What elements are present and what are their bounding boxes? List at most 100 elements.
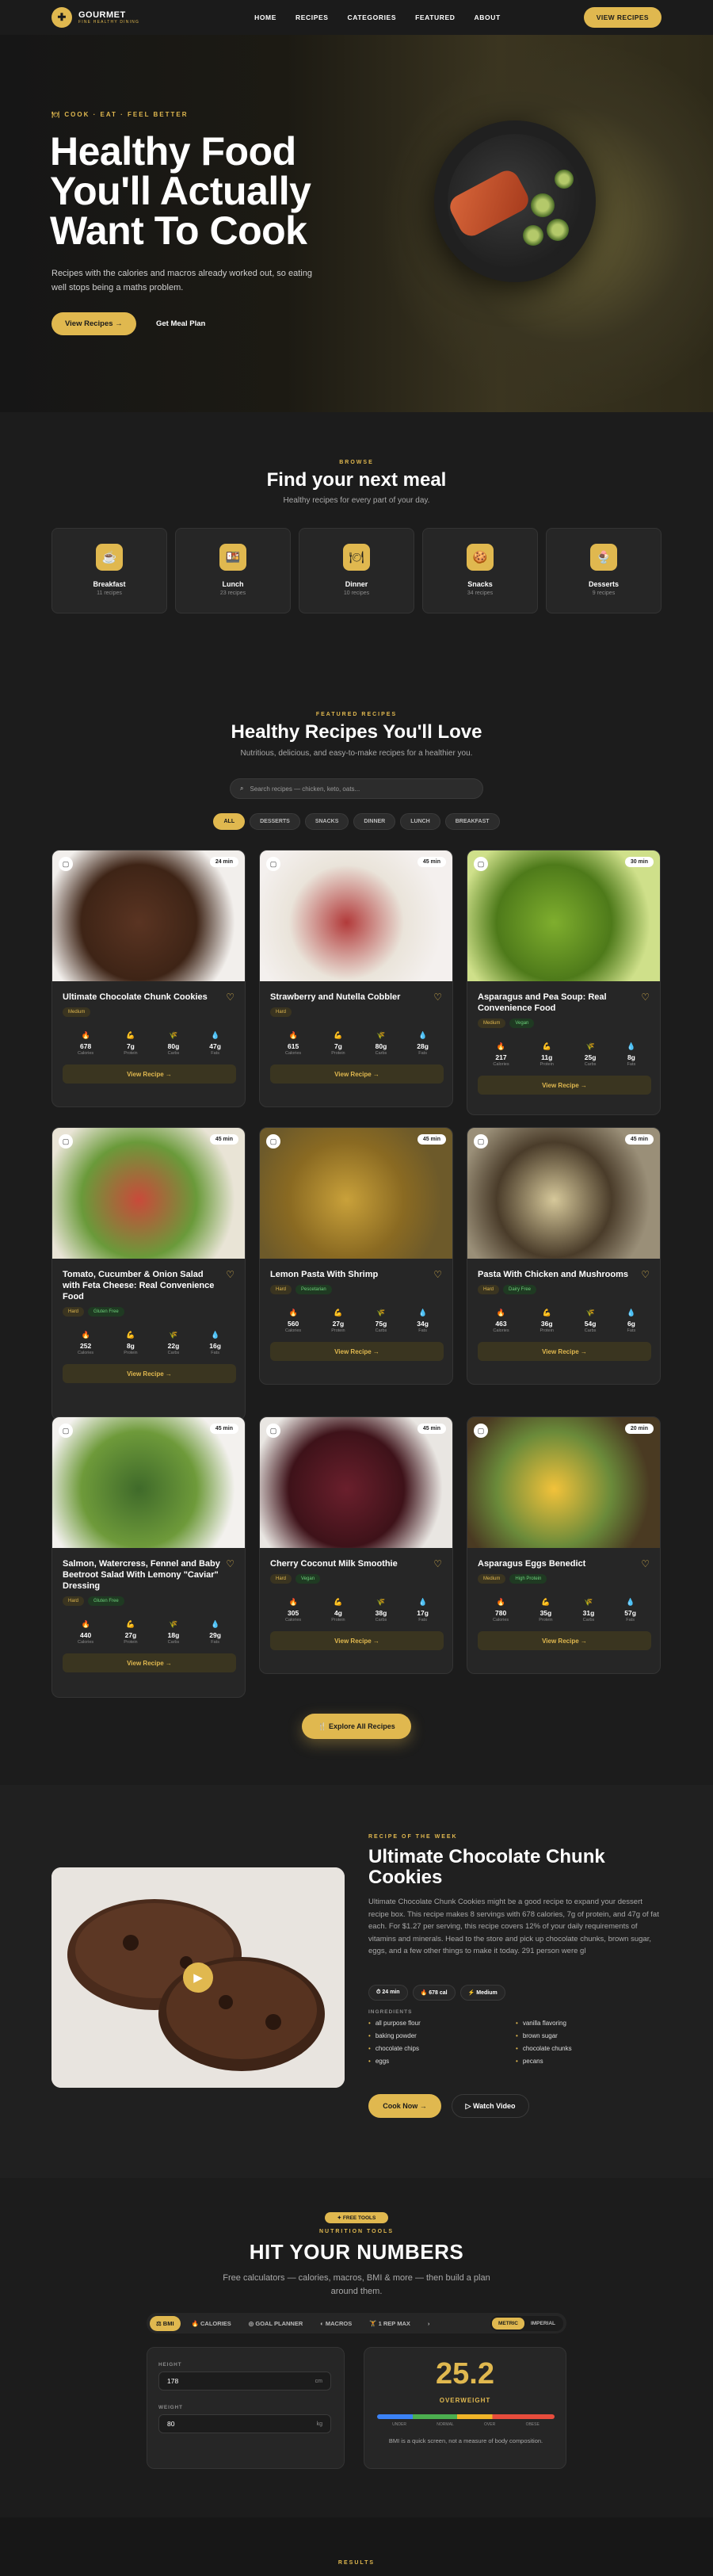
view-recipe-button[interactable]: View Recipe → bbox=[270, 1342, 444, 1361]
view-recipe-button[interactable]: View Recipe → bbox=[270, 1631, 444, 1650]
category-card-dinner[interactable]: 🍽 Dinner 10 recipes bbox=[299, 528, 414, 613]
nutrition-value: 217 bbox=[495, 1053, 507, 1061]
cook-time-badge: 45 min bbox=[209, 1134, 238, 1145]
nutrition-label: Protein bbox=[540, 1062, 554, 1067]
watch-video-button[interactable]: ▷ Watch Video bbox=[452, 2094, 529, 2118]
nav-link-about[interactable]: ABOUT bbox=[475, 13, 501, 21]
nutrition-value: 11g bbox=[541, 1053, 553, 1061]
fats-icon: 💧 bbox=[211, 1620, 220, 1628]
heart-icon[interactable]: ♡ bbox=[641, 992, 650, 1003]
calories-icon: 🔥 bbox=[496, 1309, 506, 1317]
nav-link-recipes[interactable]: RECIPES bbox=[295, 13, 329, 21]
nav-link-home[interactable]: HOME bbox=[254, 13, 276, 21]
heart-icon[interactable]: ♡ bbox=[641, 1558, 650, 1569]
view-recipe-button[interactable]: View Recipe → bbox=[63, 1653, 236, 1672]
nutrition-value: 560 bbox=[288, 1320, 299, 1328]
bmi-input-panel: HEIGHT 178 cm WEIGHT 80 kg bbox=[147, 2347, 345, 2469]
heart-icon[interactable]: ♡ bbox=[433, 1558, 442, 1569]
bookmark-icon[interactable]: ▢ bbox=[474, 1424, 488, 1438]
recipe-card[interactable]: ▢ 45 min Salmon, Watercress, Fennel and Ba… bbox=[51, 1416, 246, 1698]
tab-goal-planner[interactable]: ◎ GOAL PLANNER bbox=[242, 2316, 310, 2331]
recipe-card[interactable]: ▢ 45 min Tomato, Cucumber & Onion Salad wi… bbox=[51, 1127, 246, 1420]
filter-all[interactable]: ALL bbox=[213, 813, 246, 830]
recipe-card[interactable]: ▢ 24 min Ultimate Chocolate Chunk Cookies ♡… bbox=[51, 850, 246, 1107]
bookmark-icon[interactable]: ▢ bbox=[266, 857, 280, 871]
recipe-of-week-image: ▶ bbox=[51, 1867, 345, 2088]
category-card-breakfast[interactable]: ☕ Breakfast 11 recipes bbox=[51, 528, 167, 613]
cook-now-button[interactable]: Cook Now → bbox=[368, 2094, 441, 2118]
bookmark-icon[interactable]: ▢ bbox=[59, 857, 73, 871]
unit-imperial[interactable]: IMPERIAL bbox=[524, 2318, 562, 2329]
filter-desserts[interactable]: DESSERTS bbox=[250, 813, 300, 830]
filter-breakfast[interactable]: BREAKFAST bbox=[444, 813, 500, 830]
recipe-card[interactable]: ▢ 45 min Strawberry and Nutella Cobbler ♡ Ha… bbox=[259, 850, 453, 1107]
tab-macros[interactable]: ◐ MACROS bbox=[314, 2316, 358, 2331]
search-placeholder: Search recipes — chicken, keto, oats... bbox=[250, 785, 360, 793]
protein-icon: 💪 bbox=[542, 1042, 551, 1050]
view-recipe-button[interactable]: View Recipe → bbox=[478, 1631, 651, 1650]
bookmark-icon[interactable]: ▢ bbox=[474, 857, 488, 871]
heart-icon[interactable]: ♡ bbox=[433, 992, 442, 1003]
filter-dinner[interactable]: DINNER bbox=[353, 813, 396, 830]
bookmark-icon[interactable]: ▢ bbox=[59, 1134, 73, 1148]
recipe-card[interactable]: ▢ 20 min Asparagus Eggs Benedict ♡ Medium Hig… bbox=[467, 1416, 661, 1674]
nutrition-label: Carbs bbox=[167, 1351, 180, 1355]
view-recipe-button[interactable]: View Recipe → bbox=[270, 1064, 444, 1084]
bmi-status: OVERWEIGHT bbox=[439, 2397, 491, 2404]
recipe-card[interactable]: ▢ 45 min Pasta With Chicken and Mushrooms ♡… bbox=[467, 1127, 661, 1385]
recipe-card[interactable]: ▢ 45 min Lemon Pasta With Shrimp ♡ Hard Pesce… bbox=[259, 1127, 453, 1385]
category-card-lunch[interactable]: 🍱 Lunch 23 recipes bbox=[175, 528, 291, 613]
unit-metric[interactable]: METRIC bbox=[492, 2317, 524, 2329]
tab-bmi[interactable]: ⚖ BMI bbox=[150, 2315, 181, 2331]
explore-all-recipes-button[interactable]: 🍴 Explore All Recipes bbox=[302, 1714, 411, 1739]
view-recipe-button[interactable]: View Recipe → bbox=[63, 1364, 236, 1383]
nutrition-label: Calories bbox=[78, 1640, 94, 1645]
nutrition-row: 🔥 305 Calories 💪 4g Protein 🌾 38g Carbs 💧 17g Fats bbox=[270, 1598, 444, 1622]
play-video-icon[interactable]: ▶ bbox=[183, 1963, 213, 1993]
nutrition-value: 31g bbox=[582, 1609, 595, 1617]
tab-1-rep-max[interactable]: 🏋 1 REP MAX bbox=[363, 2316, 417, 2331]
brand-logo[interactable]: ✚ GOURMET FINE HEALTHY DINING bbox=[51, 7, 139, 28]
heart-icon[interactable]: ♡ bbox=[226, 992, 234, 1003]
heart-icon[interactable]: ♡ bbox=[226, 1558, 234, 1569]
tabs-next-chevron-icon[interactable]: › bbox=[421, 2316, 437, 2331]
category-card-snacks[interactable]: 🍪 Snacks 34 recipes bbox=[422, 528, 538, 613]
bookmark-icon[interactable]: ▢ bbox=[266, 1134, 280, 1148]
nutrition-fats: 💧 47g Fats bbox=[209, 1031, 221, 1056]
view-recipe-button[interactable]: View Recipe → bbox=[478, 1076, 651, 1095]
bookmark-icon[interactable]: ▢ bbox=[266, 1424, 280, 1438]
nav-link-categories[interactable]: CATEGORIES bbox=[348, 13, 397, 21]
view-recipe-button[interactable]: View Recipe → bbox=[478, 1342, 651, 1361]
nutrition-row: 🔥 780 Calories 💪 35g Protein 🌾 31g Carbs 💧 57g Fats bbox=[478, 1598, 651, 1622]
category-card-desserts[interactable]: 🍨 Desserts 9 recipes bbox=[546, 528, 662, 613]
ingredient: chocolate chunks bbox=[516, 2045, 663, 2052]
filter-snacks[interactable]: SNACKS bbox=[304, 813, 349, 830]
nutrition-protein: 💪 27g Protein bbox=[124, 1620, 137, 1645]
view-recipes-nav-button[interactable]: VIEW RECIPES bbox=[583, 7, 662, 28]
weight-input[interactable]: 80 kg bbox=[158, 2414, 331, 2433]
bmi-value: 25.2 bbox=[436, 2357, 494, 2391]
heart-icon[interactable]: ♡ bbox=[433, 1269, 442, 1280]
get-meal-plan-button[interactable]: Get Meal Plan bbox=[147, 312, 215, 335]
bookmark-icon[interactable]: ▢ bbox=[474, 1134, 488, 1148]
view-recipe-button[interactable]: View Recipe → bbox=[63, 1064, 236, 1084]
recipe-card[interactable]: ▢ 30 min Asparagus and Pea Soup: Real Conv… bbox=[467, 850, 661, 1115]
recipe-tag: Medium bbox=[63, 1007, 91, 1017]
cucumber-slice bbox=[523, 225, 543, 246]
calculator-tabs: ⚖ BMI 🔥 CALORIES ◎ GOAL PLANNER ◐ MACROS… bbox=[147, 2313, 566, 2333]
fats-icon: 💧 bbox=[418, 1031, 428, 1039]
filter-lunch[interactable]: LUNCH bbox=[400, 813, 440, 830]
nutrition-row: 🔥 678 Calories 💪 7g Protein 🌾 80g Carbs 💧 47g Fats bbox=[63, 1031, 236, 1056]
nutrition-calories: 🔥 463 Calories bbox=[493, 1309, 509, 1333]
height-input[interactable]: 178 cm bbox=[158, 2372, 331, 2391]
view-recipes-button[interactable]: View Recipes → bbox=[51, 312, 136, 335]
heart-icon[interactable]: ♡ bbox=[641, 1269, 650, 1280]
ingredient: eggs bbox=[368, 2058, 516, 2065]
heart-icon[interactable]: ♡ bbox=[226, 1269, 234, 1280]
recipe-search-input[interactable]: ⌕ Search recipes — chicken, keto, oats..… bbox=[230, 778, 483, 799]
nav-link-featured[interactable]: FEATURED bbox=[415, 13, 455, 21]
recipe-card[interactable]: ▢ 45 min Cherry Coconut Milk Smoothie ♡ Hard… bbox=[259, 1416, 453, 1674]
bmi-scale-bar bbox=[377, 2414, 555, 2419]
bookmark-icon[interactable]: ▢ bbox=[59, 1424, 73, 1438]
tab-calories[interactable]: 🔥 CALORIES bbox=[185, 2316, 238, 2331]
